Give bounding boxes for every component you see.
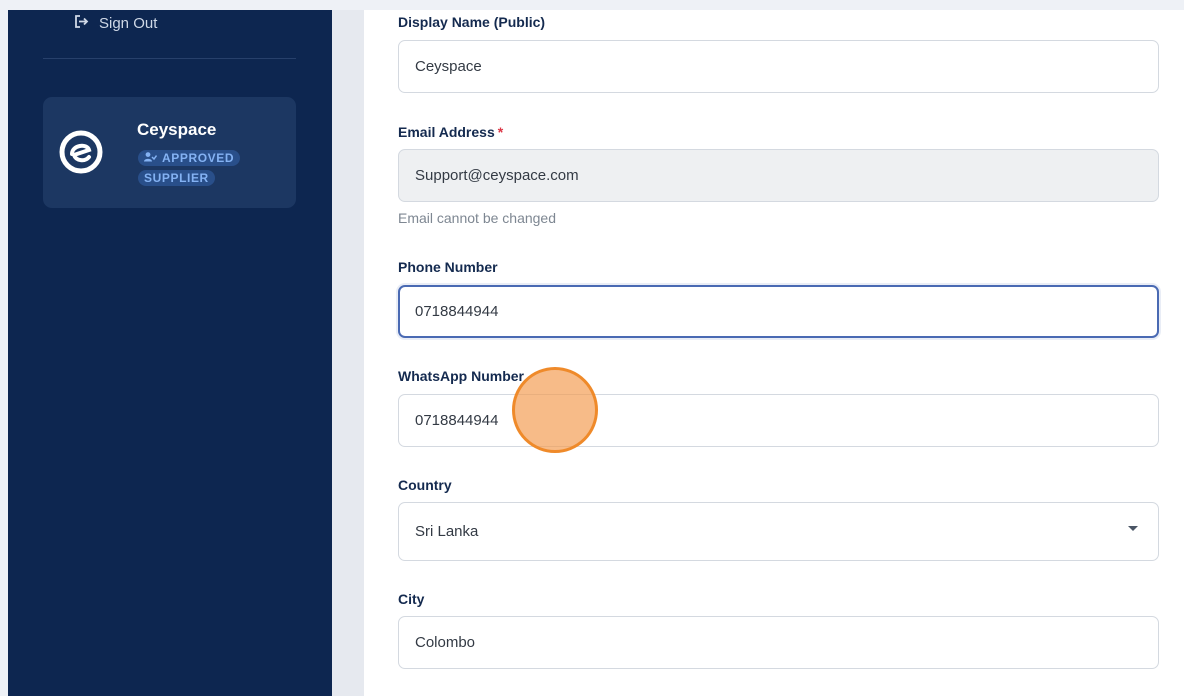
profile-name: Ceyspace (137, 120, 217, 139)
email-label-text: Email Address (398, 124, 495, 140)
approved-supplier-badge: APPROVED (138, 150, 241, 166)
content-gutter (332, 10, 364, 696)
sidebar-divider (43, 58, 296, 59)
email-help-text: Email cannot be changed (398, 210, 556, 226)
city-label: City (398, 591, 425, 607)
country-select-value: Sri Lanka (415, 523, 479, 540)
required-marker: * (497, 124, 504, 140)
sidebar: Sign Out Ceyspace APPROVED SUPPLIER (8, 10, 332, 696)
country-select[interactable]: Sri Lanka (398, 502, 1159, 561)
whatsapp-label: WhatsApp Number (398, 368, 524, 384)
email-input[interactable]: Support@ceyspace.com (398, 149, 1159, 202)
sign-out-icon (74, 15, 99, 32)
email-label: Email Address * (398, 124, 503, 140)
app-window: Sign Out Ceyspace APPROVED SUPPLIER Disp… (8, 10, 1184, 696)
display-name-label: Display Name (Public) (398, 14, 546, 30)
country-label: Country (398, 477, 452, 493)
city-input[interactable]: Colombo (398, 616, 1159, 669)
user-check-icon (144, 151, 162, 165)
badge-text-line1: APPROVED (162, 151, 235, 165)
badge-text-line2: SUPPLIER (138, 170, 215, 186)
sign-out-label: Sign Out (99, 15, 158, 32)
phone-input[interactable]: 0718844944 (398, 285, 1159, 338)
phone-label: Phone Number (398, 259, 498, 275)
chevron-down-icon (1128, 526, 1138, 531)
profile-card[interactable]: Ceyspace APPROVED SUPPLIER (43, 97, 296, 208)
brand-logo-icon (59, 130, 103, 174)
click-indicator (512, 367, 598, 453)
display-name-input[interactable]: Ceyspace (398, 40, 1159, 93)
sign-out-link[interactable]: Sign Out (74, 15, 157, 32)
